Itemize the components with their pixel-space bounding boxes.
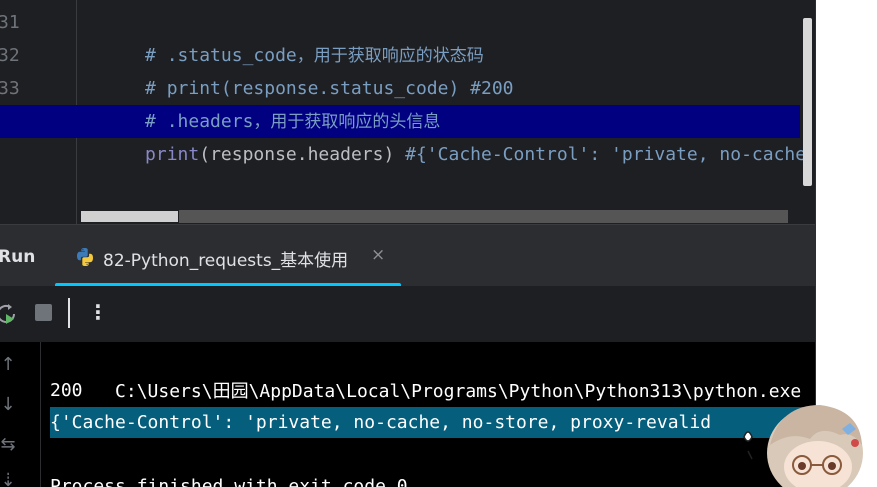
console-output-line-selected: {'Cache-Control': 'private, no-cache, no… (50, 412, 712, 433)
console-output-line: Process finished with exit code 0 (50, 476, 408, 487)
stop-icon[interactable] (35, 304, 52, 321)
console-output-line: C:\Users\田园\AppData\Local\Programs\Pytho… (50, 342, 801, 402)
path-cjk: 田园 (212, 381, 249, 402)
code-line[interactable]: # print(response.status_code) #200 (80, 39, 513, 99)
rerun-icon[interactable] (0, 303, 18, 327)
path-suffix: \AppData\Local\Programs\Python\Python313… (248, 381, 802, 402)
code-line[interactable]: # .status_code，用于获取响应的状态码 (80, 6, 484, 66)
close-icon[interactable]: × (371, 245, 385, 265)
path-prefix: C:\Users\ (115, 381, 213, 402)
code-line-current[interactable]: print(response.headers) #{'Cache-Control… (80, 105, 806, 165)
more-options-icon[interactable]: ⋮ (88, 298, 108, 328)
code-line[interactable]: # .headers，用于获取响应的头信息 (80, 72, 440, 132)
run-console[interactable]: ↑ ↓ ⇆ ⇣ C:\Users\田园\AppData\Local\Progra… (0, 342, 816, 487)
scroll-up-icon[interactable]: ↑ (0, 354, 18, 375)
line-number: 31 (0, 12, 20, 33)
horizontal-scrollbar-thumb[interactable] (80, 210, 179, 223)
tab-label: 82-Python_requests_基本使用 (103, 251, 349, 271)
run-toolbar: ⋮ (0, 286, 816, 342)
toolbar-divider (68, 298, 70, 328)
console-output-line: 200 (50, 380, 83, 401)
scroll-to-end-icon[interactable]: ⇣ (0, 470, 18, 487)
run-tool-window-title: Run (0, 247, 36, 267)
paren-close: ) (383, 144, 395, 165)
scroll-down-icon[interactable]: ↓ (0, 394, 18, 415)
vertical-scrollbar-thumb[interactable] (803, 18, 812, 186)
console-side-toolbar: ↑ ↓ ⇆ ⇣ (0, 342, 41, 487)
line-number: 33 (0, 78, 20, 99)
code-editor[interactable]: 31 32 33 34 # .status_code，用于获取响应的状态码 # … (0, 0, 816, 224)
builtin-print: print (145, 144, 200, 165)
avatar-sticker (743, 405, 863, 487)
run-config-tab[interactable]: 82-Python_requests_基本使用 × (55, 225, 401, 287)
ide-window: 31 32 33 34 # .status_code，用于获取响应的状态码 # … (0, 0, 877, 487)
line-number: 32 (0, 45, 20, 66)
horizontal-scrollbar-track[interactable] (80, 210, 788, 223)
paren-open: ( (199, 144, 211, 165)
run-tool-window-header: Run 82-Python_requests_基本使用 × (0, 224, 816, 287)
trailing-comment: #{'Cache-Control': 'private, no-cache (394, 144, 807, 165)
python-icon (77, 248, 93, 266)
argument: response.headers (210, 144, 384, 165)
soft-wrap-icon[interactable]: ⇆ (0, 434, 18, 455)
